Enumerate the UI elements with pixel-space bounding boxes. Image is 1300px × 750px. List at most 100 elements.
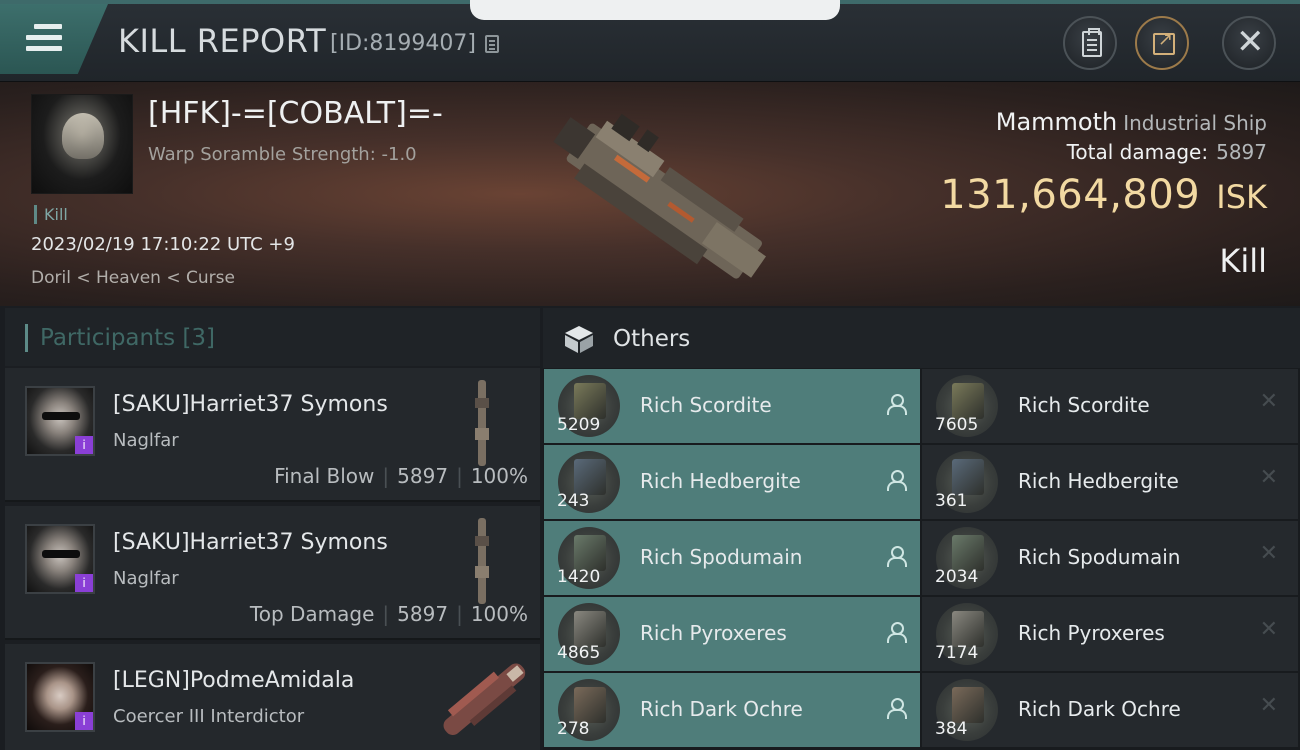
participant-name: [SAKU]Harriet37 Symons [113, 530, 388, 555]
kill-tag: Kill [34, 205, 68, 224]
dropped-item[interactable]: 278 Rich Dark Ochre [544, 673, 920, 747]
cargo-box-icon [565, 326, 593, 353]
dropped-person-icon [886, 394, 907, 415]
isk-amount: 131,664,809 [940, 172, 1201, 218]
victim-name[interactable]: [HFK]-=[COBALT]=- [148, 96, 443, 131]
clipboard-icon [1082, 28, 1102, 57]
destroyed-item[interactable]: 361 Rich Hedbergite ✕ [922, 445, 1298, 519]
participant-percent: 100% [470, 464, 528, 488]
copy-icon[interactable] [485, 35, 499, 53]
participant-stats: Top Damage | 5897 | 100% [249, 602, 528, 626]
participant-avatar[interactable]: i [25, 662, 95, 732]
item-name: Rich Pyroxeres [640, 621, 787, 645]
page-title: KILL REPORT [118, 22, 327, 60]
participant-damage: 5897 [397, 464, 449, 488]
report-id: [ID:8199407] [330, 31, 476, 56]
participants-panel: Participants [3] i [SAKU]Harriet37 Symon… [5, 308, 540, 750]
dropped-item[interactable]: 5209 Rich Scordite [544, 369, 920, 443]
destroyed-x-icon: ✕ [1259, 693, 1278, 718]
dropped-person-icon [886, 622, 907, 643]
info-badge-icon: i [75, 712, 93, 730]
destroyed-x-icon: ✕ [1259, 389, 1278, 414]
participant-row[interactable]: i [SAKU]Harriet37 Symons Naglfar Top Dam… [5, 506, 540, 640]
item-quantity: 4865 [557, 643, 601, 663]
participants-header: Participants [3] [5, 308, 540, 366]
menu-icon [26, 24, 62, 57]
isk-value-line: 131,664,809 ISK [940, 172, 1267, 218]
participant-row[interactable]: i [LEGN]PodmeAmidala Coercer III Interdi… [5, 644, 540, 750]
destroyed-x-icon: ✕ [1259, 541, 1278, 566]
item-quantity: 7174 [935, 643, 979, 663]
top-bar: KILL REPORT [ID:8199407] ✕ [0, 0, 1300, 82]
total-damage-line: Total damage: 5897 [1067, 140, 1267, 164]
item-name: Rich Hedbergite [640, 469, 801, 493]
dropped-item[interactable]: 1420 Rich Spodumain [544, 521, 920, 595]
ore-cube-icon [574, 687, 606, 723]
warp-scramble-strength: Warp Soramble Strength: -1.0 [148, 144, 417, 165]
participant-avatar[interactable]: i [25, 386, 95, 456]
others-panel: Others 5209 Rich Scordite 243 Rich Hedbergi… [543, 308, 1300, 750]
participant-stats: Final Blow | 5897 | 100% [274, 464, 528, 488]
total-damage-label: Total damage: [1066, 140, 1209, 164]
info-badge-icon: i [75, 436, 93, 454]
destroyed-x-icon: ✕ [1259, 465, 1278, 490]
ore-cube-icon [952, 459, 984, 495]
dropped-item[interactable]: 4865 Rich Pyroxeres [544, 597, 920, 671]
naglfar-ship-icon [475, 518, 489, 604]
victim-portrait[interactable] [31, 94, 133, 194]
participant-damage: 5897 [397, 602, 449, 626]
participant-ship: Coercer III Interdictor [113, 706, 305, 727]
info-badge-icon: i [75, 574, 93, 592]
item-quantity: 243 [557, 491, 590, 511]
total-damage-value: 5897 [1216, 140, 1267, 164]
participant-avatar[interactable]: i [25, 524, 95, 594]
victim-ship-image [553, 113, 766, 279]
destroyed-item[interactable]: 7605 Rich Scordite ✕ [922, 369, 1298, 443]
ore-cube-icon [952, 535, 984, 571]
item-name: Rich Dark Ochre [1018, 697, 1181, 721]
item-quantity: 361 [935, 491, 968, 511]
ore-cube-icon [574, 535, 606, 571]
menu-button[interactable] [0, 4, 108, 74]
item-name: Rich Spodumain [640, 545, 803, 569]
participant-ship: Naglfar [113, 568, 179, 589]
ore-cube-icon [574, 383, 606, 419]
destroyed-item[interactable]: 2034 Rich Spodumain ✕ [922, 521, 1298, 595]
close-icon: ✕ [1236, 22, 1265, 62]
dropped-person-icon [886, 698, 907, 719]
ore-cube-icon [952, 611, 984, 647]
ore-cube-icon [952, 383, 984, 419]
kill-result: Kill [1219, 242, 1267, 280]
ore-cube-icon [952, 687, 984, 723]
item-quantity: 2034 [935, 567, 979, 587]
ore-cube-icon [574, 459, 606, 495]
participant-name: [SAKU]Harriet37 Symons [113, 392, 388, 417]
dropped-item[interactable]: 243 Rich Hedbergite [544, 445, 920, 519]
participant-name: [LEGN]PodmeAmidala [113, 668, 355, 693]
participants-title[interactable]: Participants [3] [40, 325, 215, 351]
destroyed-item[interactable]: 384 Rich Dark Ochre ✕ [922, 673, 1298, 747]
participant-percent: 100% [470, 602, 528, 626]
dropped-person-icon [886, 546, 907, 567]
kill-datetime: 2023/02/19 17:10:22 UTC +9 [31, 234, 295, 255]
ship-name-line: Mammoth Industrial Ship [996, 108, 1267, 136]
ship-name[interactable]: Mammoth [996, 108, 1117, 136]
share-icon [1153, 29, 1175, 55]
ore-cube-icon [574, 611, 606, 647]
participants-accent-bar [25, 324, 28, 352]
participant-row[interactable]: i [SAKU]Harriet37 Symons Naglfar Final B… [5, 368, 540, 502]
close-button[interactable]: ✕ [1222, 16, 1276, 70]
ship-class: Industrial Ship [1123, 111, 1267, 135]
item-name: Rich Scordite [640, 393, 772, 417]
naglfar-ship-icon [475, 380, 489, 466]
item-name: Rich Pyroxeres [1018, 621, 1165, 645]
participant-ship: Naglfar [113, 430, 179, 451]
others-header: Others [543, 308, 1300, 368]
item-quantity: 7605 [935, 415, 979, 435]
kill-location[interactable]: Doril < Heaven < Curse [31, 268, 235, 288]
others-title: Others [613, 326, 691, 352]
item-quantity: 278 [557, 719, 590, 739]
clipboard-button[interactable] [1063, 16, 1117, 70]
share-button[interactable] [1135, 16, 1189, 70]
destroyed-item[interactable]: 7174 Rich Pyroxeres ✕ [922, 597, 1298, 671]
